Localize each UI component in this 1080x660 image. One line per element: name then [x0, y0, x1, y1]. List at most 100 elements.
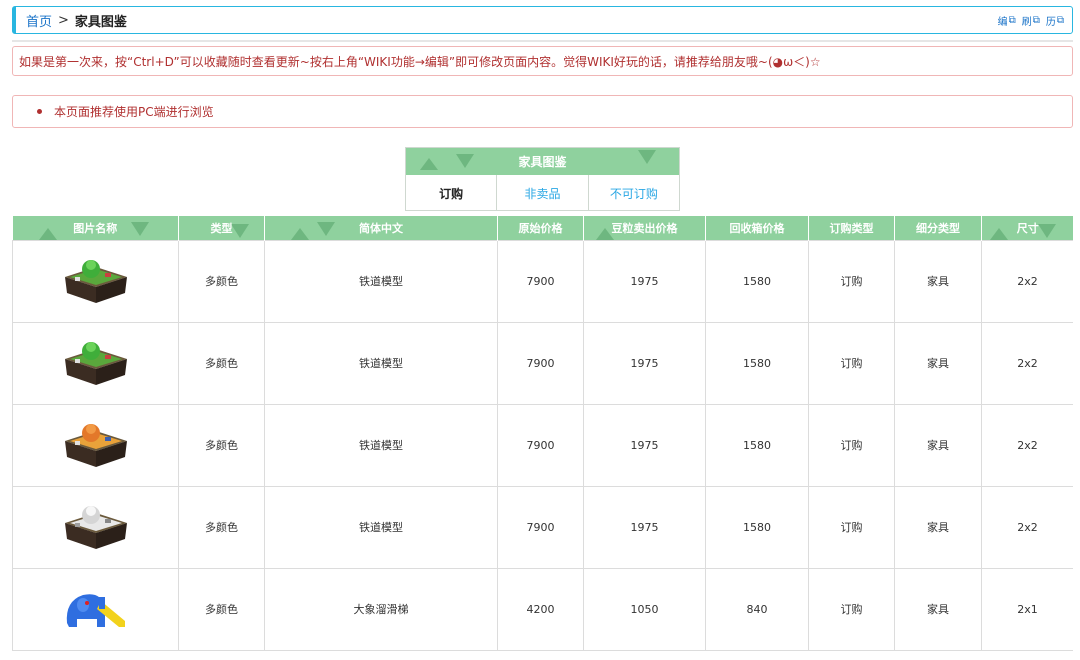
orig-price-cell: 7900 — [497, 239, 584, 323]
header-label: 类型 — [210, 221, 233, 235]
order-type-cell: 订购 — [808, 321, 895, 405]
history-label: 历 — [1045, 17, 1056, 28]
header-order-type[interactable]: 订购类型 — [808, 216, 895, 240]
name-cn-cell[interactable]: 铁道模型 — [264, 403, 498, 487]
decor-triangle-icon — [420, 158, 438, 170]
tabs-title-bar: 家具图鉴 — [406, 148, 679, 175]
header-sell-price[interactable]: 豆粒卖出价格 — [583, 216, 706, 240]
train-model-orange-icon — [64, 424, 127, 467]
header-size[interactable]: 尺寸 — [981, 216, 1073, 240]
pc-notice: 本页面推荐使用PC端进行浏览 — [12, 95, 1073, 128]
bullet-icon — [37, 109, 42, 114]
header-sub-type[interactable]: 细分类型 — [894, 216, 982, 240]
recycle-price-cell: 1580 — [705, 403, 809, 487]
sell-price-cell: 1975 — [583, 485, 706, 569]
type-cell: 多颜色 — [178, 567, 265, 651]
breadcrumb-home-link[interactable]: 首页 — [26, 11, 52, 30]
header-label: 订购类型 — [829, 221, 874, 235]
header-label: 细分类型 — [916, 221, 960, 235]
item-image-cell[interactable] — [12, 403, 179, 487]
welcome-notice-text: 如果是第一次来，按“Ctrl+D”可以收藏随时查看更新~按右上角“WIKI功能→… — [19, 54, 821, 69]
tab-row: 订购 非卖品 不可订购 — [406, 175, 679, 211]
name-cn-cell[interactable]: 铁道模型 — [264, 321, 498, 405]
tab-not-for-sale[interactable]: 非卖品 — [497, 175, 589, 211]
orig-price-cell: 4200 — [497, 567, 584, 651]
sell-price-cell: 1975 — [583, 239, 706, 323]
train-model-green-icon — [64, 260, 127, 303]
sub-type-cell: 家具 — [894, 321, 982, 405]
header-type[interactable]: 类型 — [178, 216, 265, 240]
table-row: 多颜色 铁道模型 7900 1975 1580 订购 家具 2x2 — [12, 403, 1073, 487]
sell-price-cell: 1975 — [583, 321, 706, 405]
decor-triangle-icon — [990, 228, 1008, 240]
external-link-icon: ⧉ — [1032, 15, 1040, 26]
header-label: 豆粒卖出价格 — [611, 221, 678, 235]
name-cn-cell[interactable]: 铁道模型 — [264, 485, 498, 569]
sub-type-cell: 家具 — [894, 239, 982, 323]
decor-triangle-icon — [456, 154, 474, 168]
decor-triangle-icon — [291, 228, 309, 240]
decor-triangle-icon — [38, 228, 57, 240]
type-cell: 多颜色 — [178, 485, 265, 569]
decor-triangle-icon — [638, 150, 656, 164]
decor-triangle-icon — [317, 222, 335, 236]
header-label: 原始价格 — [518, 221, 563, 235]
name-cn-cell[interactable]: 大象溜滑梯 — [264, 567, 498, 651]
tab-order[interactable]: 订购 — [406, 175, 498, 211]
edit-link[interactable]: 编 ⧉ — [998, 13, 1016, 28]
name-cn-cell[interactable]: 铁道模型 — [264, 239, 498, 323]
recycle-price-cell: 1580 — [705, 239, 809, 323]
table-row: 多颜色 大象溜滑梯 4200 1050 840 订购 家具 2x1 — [12, 567, 1073, 651]
edit-label: 编 — [997, 17, 1008, 28]
table-header-row: 图片名称 类型 简体中文 原始价格 豆粒卖出价格 回收箱价格 订购类型 细分类型… — [12, 216, 1073, 240]
header-label: 回收箱价格 — [729, 221, 785, 235]
recycle-price-cell: 840 — [705, 567, 809, 651]
welcome-notice: 如果是第一次来，按“Ctrl+D”可以收藏随时查看更新~按右上角“WIKI功能→… — [12, 46, 1073, 76]
sell-price-cell: 1050 — [583, 567, 706, 651]
size-cell: 2x1 — [981, 567, 1073, 651]
header-name-cn[interactable]: 简体中文 — [264, 216, 498, 240]
item-image-cell[interactable] — [12, 485, 179, 569]
refresh-label: 刷 — [1021, 17, 1032, 28]
furniture-table: 图片名称 类型 简体中文 原始价格 豆粒卖出价格 回收箱价格 订购类型 细分类型… — [12, 216, 1073, 651]
header-label: 图片名称 — [73, 221, 118, 235]
tab-not-orderable[interactable]: 不可订购 — [589, 175, 679, 211]
type-cell: 多颜色 — [178, 239, 265, 323]
refresh-link[interactable]: 刷 ⧉ — [1022, 13, 1040, 28]
item-image-cell[interactable] — [12, 321, 179, 405]
orig-price-cell: 7900 — [497, 485, 584, 569]
catalog-tabs: 家具图鉴 订购 非卖品 不可订购 — [405, 147, 680, 211]
header-image-name[interactable]: 图片名称 — [12, 216, 179, 240]
item-image-cell[interactable] — [12, 239, 179, 323]
breadcrumb-separator: > — [58, 12, 69, 28]
page-tools: 编 ⧉ 刷 ⧉ 历 ⧉ — [998, 13, 1064, 28]
decor-triangle-icon — [1038, 224, 1056, 238]
order-type-cell: 订购 — [808, 567, 895, 651]
item-image-cell[interactable] — [12, 567, 179, 651]
size-cell: 2x2 — [981, 403, 1073, 487]
size-cell: 2x2 — [981, 239, 1073, 323]
orig-price-cell: 7900 — [497, 321, 584, 405]
order-type-cell: 订购 — [808, 239, 895, 323]
sell-price-cell: 1975 — [583, 403, 706, 487]
tabs-title: 家具图鉴 — [518, 155, 567, 169]
history-link[interactable]: 历 ⧉ — [1046, 13, 1064, 28]
sub-type-cell: 家具 — [894, 567, 982, 651]
header-recycle-price[interactable]: 回收箱价格 — [705, 216, 809, 240]
furniture-table-container[interactable]: 图片名称 类型 简体中文 原始价格 豆粒卖出价格 回收箱价格 订购类型 细分类型… — [12, 216, 1073, 660]
sub-type-cell: 家具 — [894, 403, 982, 487]
header-divider — [12, 40, 1073, 42]
header-label: 简体中文 — [359, 221, 403, 235]
header-original-price[interactable]: 原始价格 — [497, 216, 584, 240]
external-link-icon: ⧉ — [1056, 15, 1064, 26]
page-title: 家具图鉴 — [74, 14, 127, 30]
decor-triangle-icon — [130, 222, 149, 236]
train-model-white-icon — [64, 506, 127, 549]
order-type-cell: 订购 — [808, 403, 895, 487]
pc-notice-text: 本页面推荐使用PC端进行浏览 — [54, 105, 214, 119]
elephant-slide-icon — [66, 594, 125, 627]
type-cell: 多颜色 — [178, 403, 265, 487]
order-type-cell: 订购 — [808, 485, 895, 569]
breadcrumb: 首页 > 家具图鉴 编 ⧉ 刷 ⧉ 历 ⧉ — [12, 6, 1073, 34]
table-row: 多颜色 铁道模型 7900 1975 1580 订购 家具 2x2 — [12, 485, 1073, 569]
